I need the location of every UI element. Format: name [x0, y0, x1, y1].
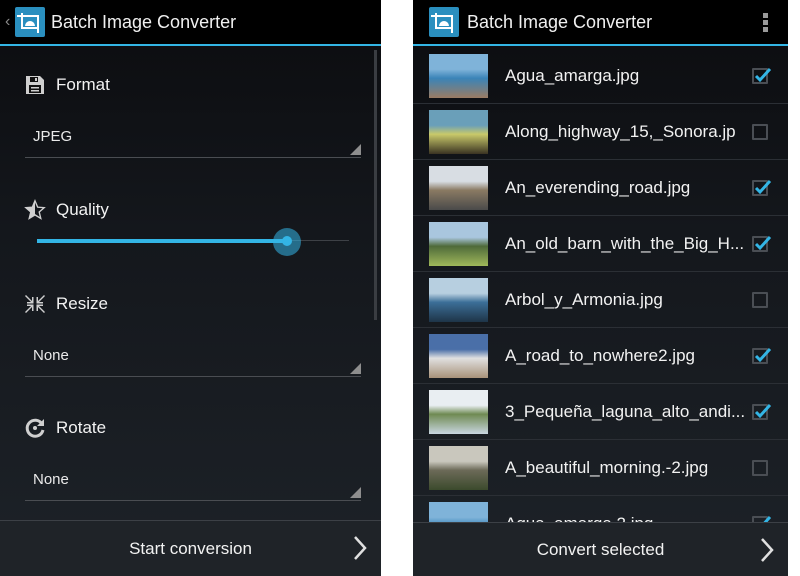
- resize-header: Resize: [24, 293, 108, 315]
- dropdown-corner-icon: [350, 487, 361, 498]
- checkmark-icon: [754, 347, 772, 362]
- image-thumbnail: [429, 334, 488, 378]
- checkmark-icon: [754, 67, 772, 82]
- rotate-dropdown[interactable]: None: [25, 465, 361, 501]
- file-list-screen: Batch Image Converter Agua_amarga.jpg Alo…: [413, 0, 788, 576]
- convert-selected-button[interactable]: Convert selected: [413, 522, 788, 576]
- file-list-item[interactable]: A_beautiful_morning.-2.jpg: [413, 440, 788, 496]
- rotate-label: Rotate: [56, 418, 107, 437]
- slider-thumb[interactable]: [281, 236, 292, 246]
- file-name: An_old_barn_with_the_Big_H...: [505, 233, 745, 253]
- scrollbar[interactable]: [374, 50, 377, 320]
- select-checkbox[interactable]: [752, 179, 772, 196]
- compress-icon: [24, 293, 46, 315]
- file-list: Agua_amarga.jpg Along_highway_15,_Sonora.…: [413, 48, 788, 552]
- file-name: 3_Pequeña_laguna_alto_andi...: [505, 401, 746, 421]
- save-icon: [24, 74, 46, 96]
- image-thumbnail: [429, 110, 488, 154]
- app-logo-icon[interactable]: [15, 7, 45, 37]
- convert-selected-label: Convert selected: [536, 539, 665, 559]
- checkmark-icon: [754, 403, 772, 418]
- image-thumbnail: [429, 166, 488, 210]
- file-name: A_road_to_nowhere2.jpg: [505, 345, 695, 365]
- resize-label: Resize: [56, 294, 108, 313]
- app-title: Batch Image Converter: [51, 11, 237, 32]
- rotate-header: Rotate: [24, 417, 106, 439]
- file-name: Agua_amarga.jpg: [505, 65, 640, 85]
- app-title: Batch Image Converter: [467, 11, 653, 32]
- file-list-item[interactable]: An_everending_road.jpg: [413, 160, 788, 216]
- format-dropdown[interactable]: JPEG: [25, 122, 361, 158]
- quality-slider[interactable]: [37, 228, 349, 256]
- image-thumbnail: [429, 278, 488, 322]
- select-checkbox[interactable]: [752, 347, 772, 364]
- rotate-value: None: [33, 471, 69, 488]
- select-checkbox[interactable]: [752, 403, 772, 420]
- select-checkbox[interactable]: [752, 123, 768, 140]
- start-conversion-label: Start conversion: [129, 538, 252, 558]
- image-thumbnail: [429, 222, 488, 266]
- file-name: A_beautiful_morning.-2.jpg: [505, 457, 709, 477]
- rotate-icon: [24, 417, 46, 439]
- chevron-right-icon: [761, 538, 774, 562]
- file-name: Along_highway_15,_Sonora.jp: [505, 121, 736, 141]
- action-bar: ‹ Batch Image Converter: [0, 0, 381, 46]
- slider-fill: [37, 239, 287, 243]
- image-thumbnail: [429, 446, 488, 490]
- file-list-item[interactable]: An_old_barn_with_the_Big_H...: [413, 216, 788, 272]
- resize-dropdown[interactable]: None: [25, 341, 361, 377]
- file-list-item[interactable]: Along_highway_15,_Sonora.jp: [413, 104, 788, 160]
- file-list-item[interactable]: Agua_amarga.jpg: [413, 48, 788, 104]
- file-list-item[interactable]: Arbol_y_Armonia.jpg: [413, 272, 788, 328]
- quality-label: Quality: [56, 200, 109, 219]
- format-header: Format: [24, 74, 110, 96]
- file-name: Arbol_y_Armonia.jpg: [505, 289, 663, 309]
- format-value: JPEG: [33, 128, 73, 145]
- select-checkbox[interactable]: [752, 291, 768, 308]
- overflow-menu-icon[interactable]: [763, 13, 768, 32]
- checkmark-icon: [754, 235, 772, 250]
- resize-value: None: [33, 347, 69, 364]
- start-conversion-button[interactable]: Start conversion: [0, 520, 381, 576]
- select-checkbox[interactable]: [752, 235, 772, 252]
- star-half-icon: [24, 199, 46, 221]
- quality-header: Quality: [24, 199, 109, 221]
- settings-screen: ‹ Batch Image Converter Format JPEG Qual…: [0, 0, 381, 576]
- image-thumbnail: [429, 54, 488, 98]
- file-list-item[interactable]: 3_Pequeña_laguna_alto_andi...: [413, 384, 788, 440]
- action-bar: Batch Image Converter: [413, 0, 788, 46]
- format-label: Format: [56, 75, 110, 94]
- dropdown-corner-icon: [350, 144, 361, 155]
- select-checkbox[interactable]: [752, 459, 768, 476]
- dropdown-corner-icon: [350, 363, 361, 374]
- file-name: An_everending_road.jpg: [505, 177, 691, 197]
- app-logo-icon[interactable]: [429, 7, 459, 37]
- image-thumbnail: [429, 390, 488, 434]
- chevron-left-icon[interactable]: ‹: [5, 13, 15, 31]
- chevron-right-icon: [354, 536, 367, 560]
- select-checkbox[interactable]: [752, 67, 772, 84]
- checkmark-icon: [754, 179, 772, 194]
- file-list-item[interactable]: A_road_to_nowhere2.jpg: [413, 328, 788, 384]
